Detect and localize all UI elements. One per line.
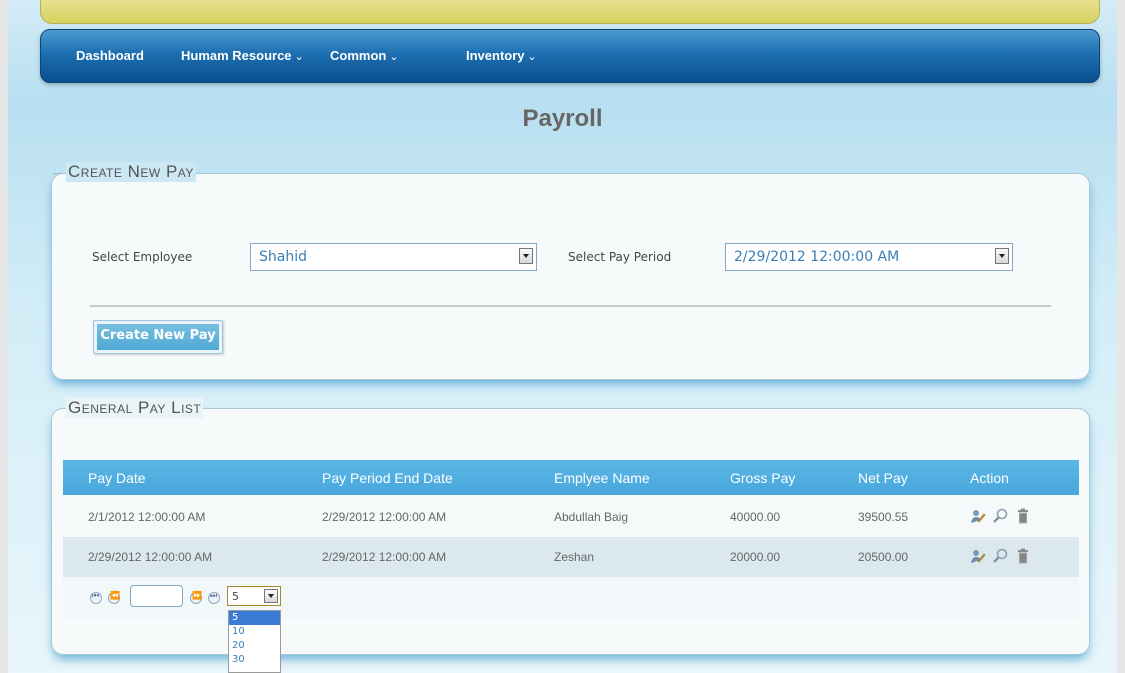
last-page-button[interactable]: ⏭: [208, 591, 220, 604]
cell-period-end: 2/29/2012 12:00:00 AM: [322, 510, 447, 524]
cell-gross-pay: 40000.00: [730, 510, 781, 524]
cell-net-pay: 20500.00: [858, 550, 909, 564]
pay-period-select-value: 2/29/2012 12:00:00 AM: [734, 249, 900, 265]
dropdown-arrow-icon[interactable]: [519, 248, 533, 264]
create-pay-legend: Create New Pay: [66, 162, 196, 182]
dropdown-arrow-icon[interactable]: [264, 589, 278, 603]
chevron-down-icon: ⌄: [389, 51, 399, 63]
legend-line: [53, 173, 63, 174]
view-icon[interactable]: [992, 548, 1008, 564]
employee-select-value: Shahid: [259, 249, 307, 265]
page-size-option[interactable]: 10: [229, 625, 280, 639]
cell-pay-date: 2/1/2012 12:00:00 AM: [88, 510, 206, 524]
page-size-select[interactable]: 5: [227, 586, 281, 606]
nav-common[interactable]: Common ⌄: [330, 48, 399, 63]
nav-inventory-label: Inventory: [466, 48, 525, 63]
create-new-pay-button[interactable]: Create New Pay: [93, 320, 223, 354]
page-size-option[interactable]: 30: [229, 653, 280, 667]
nav-common-label: Common: [330, 48, 387, 63]
row-actions: [970, 508, 1033, 526]
select-pay-period-label: Select Pay Period: [568, 250, 672, 264]
next-page-button[interactable]: ⏩: [190, 591, 202, 604]
table-row: 2/29/2012 12:00:00 AM 2/29/2012 12:00:00…: [63, 537, 1079, 577]
column-header-employee[interactable]: Emplyee Name: [554, 470, 650, 486]
nav-human-resource-label: Humam Resource: [181, 48, 292, 63]
page-size-dropdown-list: 5 10 20 30: [228, 610, 281, 673]
select-employee-label: Select Employee: [92, 250, 193, 264]
legend-line: [211, 173, 1081, 174]
table-header: Pay Date Pay Period End Date Emplyee Nam…: [63, 460, 1079, 495]
table-pager: ⏮ ⏪ ⏩ ⏭ 5: [63, 577, 1079, 619]
form-divider: [90, 305, 1051, 307]
cell-employee: Abdullah Baig: [554, 510, 629, 524]
page-size-option[interactable]: 5: [229, 611, 280, 625]
pay-list-legend: General Pay List: [66, 398, 204, 418]
pay-period-select[interactable]: 2/29/2012 12:00:00 AM: [725, 243, 1013, 271]
last-page-icon: ⏭: [210, 591, 218, 600]
table-row: 2/1/2012 12:00:00 AM 2/29/2012 12:00:00 …: [63, 497, 1079, 537]
next-page-icon: ⏩: [192, 591, 202, 600]
page-size-value: 5: [232, 590, 239, 603]
employee-select[interactable]: Shahid: [250, 243, 537, 271]
cell-gross-pay: 20000.00: [730, 550, 781, 564]
page-size-option[interactable]: 20: [229, 639, 280, 653]
column-header-gross-pay[interactable]: Gross Pay: [730, 470, 795, 486]
nav-dashboard-label: Dashboard: [76, 48, 144, 63]
cell-employee: Zeshan: [554, 550, 595, 564]
first-page-icon: ⏮: [92, 591, 100, 600]
delete-icon[interactable]: [1015, 508, 1031, 524]
first-page-button[interactable]: ⏮: [90, 591, 102, 604]
delete-icon[interactable]: [1015, 548, 1031, 564]
cell-pay-date: 2/29/2012 12:00:00 AM: [88, 550, 213, 564]
page-number-input[interactable]: [130, 585, 183, 607]
row-actions: [970, 548, 1033, 566]
edit-icon[interactable]: [970, 508, 986, 524]
page-title: Payroll: [522, 105, 603, 132]
column-header-period-end[interactable]: Pay Period End Date: [322, 470, 453, 486]
column-header-net-pay: Net Pay: [858, 470, 908, 486]
top-banner: [40, 0, 1100, 24]
prev-page-button[interactable]: ⏪: [108, 591, 120, 604]
left-gutter: [0, 0, 8, 673]
column-header-pay-date[interactable]: Pay Date: [88, 470, 146, 486]
edit-icon[interactable]: [970, 548, 986, 564]
nav-human-resource[interactable]: Humam Resource ⌄: [181, 48, 304, 63]
nav-dashboard[interactable]: Dashboard: [76, 48, 144, 63]
right-gutter: [1117, 0, 1125, 673]
nav-inventory[interactable]: Inventory ⌄: [466, 48, 537, 63]
main-navbar: Dashboard Humam Resource ⌄ Common ⌄ Invent…: [40, 29, 1100, 83]
cell-net-pay: 39500.55: [858, 510, 909, 524]
chevron-down-icon: ⌄: [294, 51, 304, 63]
cell-period-end: 2/29/2012 12:00:00 AM: [322, 550, 447, 564]
column-header-action: Action: [970, 470, 1009, 486]
prev-page-icon: ⏪: [110, 591, 120, 600]
view-icon[interactable]: [992, 508, 1008, 524]
dropdown-arrow-icon[interactable]: [995, 248, 1009, 264]
chevron-down-icon: ⌄: [527, 51, 537, 63]
